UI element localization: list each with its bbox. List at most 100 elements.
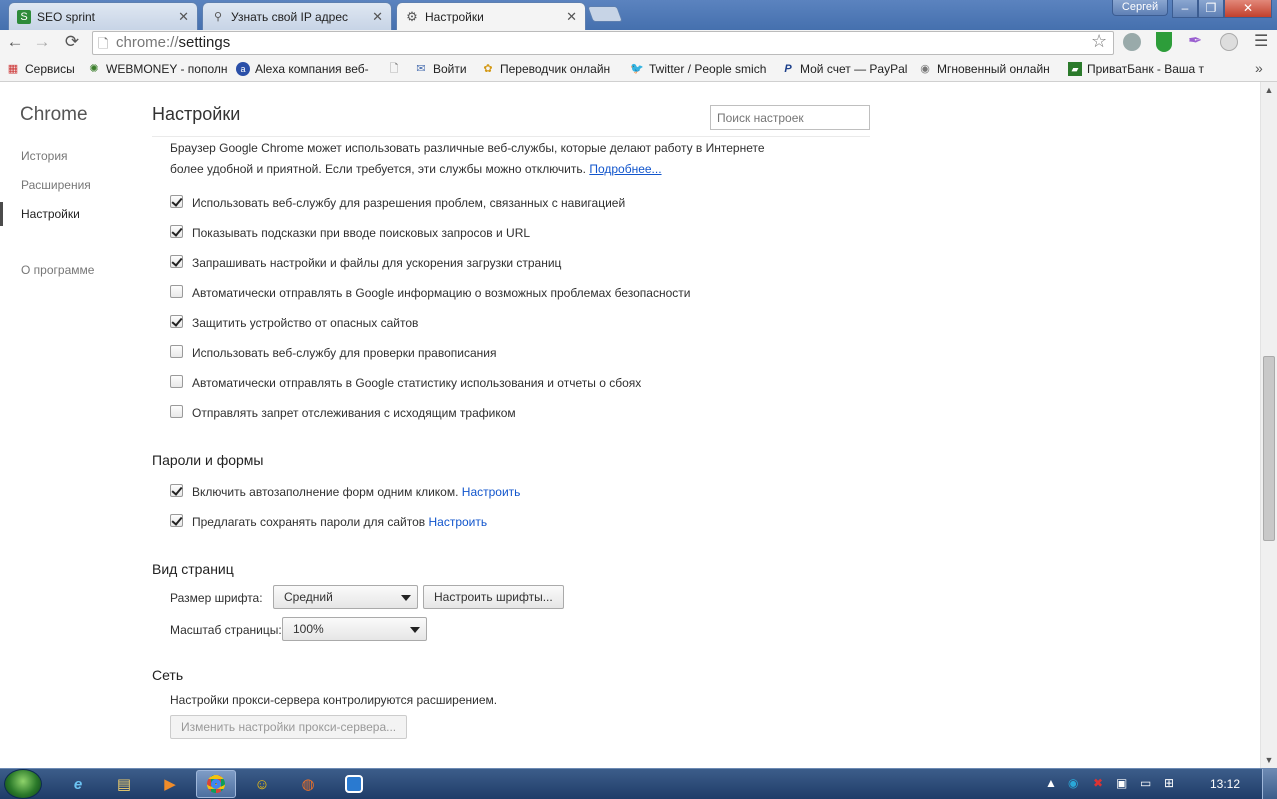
checkbox-search-suggestions[interactable] [170, 225, 183, 238]
proxy-info-text: Настройки прокси-сервера контролируются … [170, 693, 498, 707]
forward-button[interactable]: → [32, 32, 52, 52]
address-bar[interactable] [92, 31, 1114, 55]
seosprint-icon: S [17, 9, 31, 24]
url-text[interactable]: chrome://settings [116, 33, 230, 53]
tray-device-icon[interactable]: ▣ [1116, 776, 1127, 790]
url-scheme: chrome:// [116, 34, 179, 51]
page-zoom-select[interactable]: 100% [282, 617, 427, 641]
menu-icon[interactable]: ☰ [1254, 31, 1268, 51]
explorer-taskbar-icon[interactable]: ▤ [104, 770, 144, 798]
chrome-taskbar-icon[interactable] [196, 770, 236, 798]
ie-taskbar-icon[interactable]: e [58, 770, 98, 798]
checkbox-save-passwords[interactable] [170, 514, 183, 527]
scroll-up-arrow[interactable]: ▲ [1262, 85, 1276, 95]
checkbox-autofill[interactable] [170, 484, 183, 497]
checkbox-label: Предлагать сохранять пароли для сайтов [192, 515, 426, 529]
bookmark-translator[interactable]: ✿ Переводчик онлайн [481, 62, 610, 76]
nav-item-settings[interactable]: Настройки [21, 207, 80, 221]
bookmark-login[interactable]: ✉ Войти [414, 62, 466, 76]
checkbox-usage-stats[interactable] [170, 375, 183, 388]
font-size-select[interactable]: Средний [273, 585, 418, 609]
minimize-button[interactable]: – [1172, 0, 1198, 18]
privacy-intro-line2: более удобной и приятной. Если требуется… [170, 162, 662, 176]
smiley-taskbar-icon[interactable]: ☺ [242, 770, 282, 798]
checkbox-label: Отправлять запрет отслеживания с исходящ… [192, 406, 516, 420]
bookmark-page[interactable]: 🗋 [387, 62, 406, 76]
bookmark-services[interactable]: ▦ Сервисы [6, 62, 75, 76]
page-title: Настройки [152, 104, 241, 124]
globe-extension-icon[interactable] [1123, 33, 1141, 51]
checkbox-spellcheck[interactable] [170, 345, 183, 358]
customize-fonts-button[interactable]: Настроить шрифты... [423, 585, 564, 609]
checkbox-label: Включить автозаполнение форм одним клико… [192, 485, 459, 499]
scroll-down-arrow[interactable]: ▼ [1262, 755, 1276, 765]
twitter-icon: 🐦 [630, 63, 644, 75]
section-title-network: Сеть [152, 667, 184, 683]
taskbar [0, 768, 1277, 799]
bookmark-paypal[interactable]: P Мой счет — PayPal [781, 62, 907, 76]
new-tab-button[interactable] [587, 6, 623, 22]
close-icon[interactable]: ✕ [372, 9, 383, 25]
show-hidden-icons-icon[interactable]: ▲ [1045, 776, 1057, 790]
tab-ip-address[interactable]: ⚲ Узнать свой IP адрес ✕ [202, 2, 392, 30]
section-title-passwords: Пароли и формы [152, 452, 264, 468]
tray-app-icon[interactable]: ◉ [1068, 776, 1078, 790]
search-settings-input[interactable] [710, 105, 870, 130]
close-icon[interactable]: ✕ [566, 9, 577, 25]
media-player-taskbar-icon[interactable]: ▶ [150, 770, 190, 798]
bookmarks-overflow-icon[interactable]: » [1255, 60, 1263, 76]
autofill-settings-link[interactable]: Настроить [462, 485, 521, 499]
learn-more-link[interactable]: Подробнее... [589, 162, 661, 176]
shield-icon[interactable] [1156, 32, 1172, 52]
passwords-settings-link[interactable]: Настроить [428, 515, 487, 529]
bookmark-twitter[interactable]: 🐦 Twitter / People smich [630, 62, 766, 76]
nav-item-history[interactable]: История [21, 149, 68, 163]
checkbox-label: Использовать веб-службу для разрешения п… [192, 196, 626, 210]
checkbox-prefetch[interactable] [170, 255, 183, 268]
bookmark-label: Twitter / People smich [649, 62, 767, 76]
show-desktop-button[interactable] [1262, 769, 1277, 799]
app-taskbar-icon[interactable] [334, 770, 374, 798]
bookmark-alexa[interactable]: a Alexa компания веб- [236, 62, 369, 76]
search-icon: ⚲ [213, 11, 223, 23]
nav-item-extensions[interactable]: Расширения [21, 178, 91, 192]
change-proxy-button[interactable]: Изменить настройки прокси-сервера... [170, 715, 408, 739]
bookmark-privatbank[interactable]: ▰ ПриватБанк - Ваша т [1068, 62, 1204, 76]
windows-flag-icon[interactable]: ⊞ [1164, 776, 1174, 790]
tab-seo-sprint[interactable]: S SEO sprint ✕ [8, 2, 198, 30]
nav-item-about[interactable]: О программе [21, 263, 94, 277]
close-icon[interactable]: ✕ [178, 9, 189, 25]
bookmark-webmoney[interactable]: ✺ WEBMONEY - пополн [87, 62, 227, 76]
bookmark-label: Сервисы [25, 62, 75, 76]
tab-settings[interactable]: ⚙ Настройки ✕ [396, 2, 586, 30]
checkbox-do-not-track[interactable] [170, 405, 183, 418]
close-window-button[interactable]: ✕ [1224, 0, 1272, 18]
star-icon[interactable]: ☆ [1091, 31, 1107, 52]
alexa-icon: a [236, 62, 250, 76]
start-button[interactable] [4, 769, 42, 799]
font-size-value: Средний [284, 590, 333, 604]
extension-icon[interactable] [1220, 33, 1238, 51]
back-button[interactable]: ← [5, 32, 25, 52]
bookmark-label: Мгновенный онлайн [937, 62, 1050, 76]
globe-icon: ◉ [920, 63, 930, 75]
scrollbar-thumb[interactable] [1263, 356, 1275, 541]
feather-icon[interactable]: ✒ [1188, 31, 1202, 51]
translate-icon: ✿ [483, 63, 493, 75]
maximize-button[interactable]: ❐ [1198, 0, 1224, 18]
profile-button[interactable]: Сергей [1112, 0, 1168, 16]
webmoney-icon: ✺ [89, 63, 99, 75]
firefox-taskbar-icon[interactable]: ◍ [288, 770, 328, 798]
network-error-icon[interactable]: ✖ [1093, 776, 1103, 790]
checkbox-label: Показывать подсказки при вводе поисковых… [192, 226, 531, 240]
bookmark-instant[interactable]: ◉ Мгновенный онлайн [918, 62, 1050, 76]
page-icon: 🗋 [98, 36, 109, 51]
checkbox-security-reports[interactable] [170, 285, 183, 298]
tray-display-icon[interactable]: ▭ [1140, 776, 1151, 790]
reload-button[interactable]: ⟳ [62, 32, 82, 52]
bookmark-label: Мой счет — PayPal [800, 62, 908, 76]
clock[interactable]: 13:12 [1210, 777, 1240, 791]
section-title-appearance: Вид страниц [152, 561, 234, 577]
checkbox-navigation-errors[interactable] [170, 195, 183, 208]
checkbox-safe-browsing[interactable] [170, 315, 183, 328]
